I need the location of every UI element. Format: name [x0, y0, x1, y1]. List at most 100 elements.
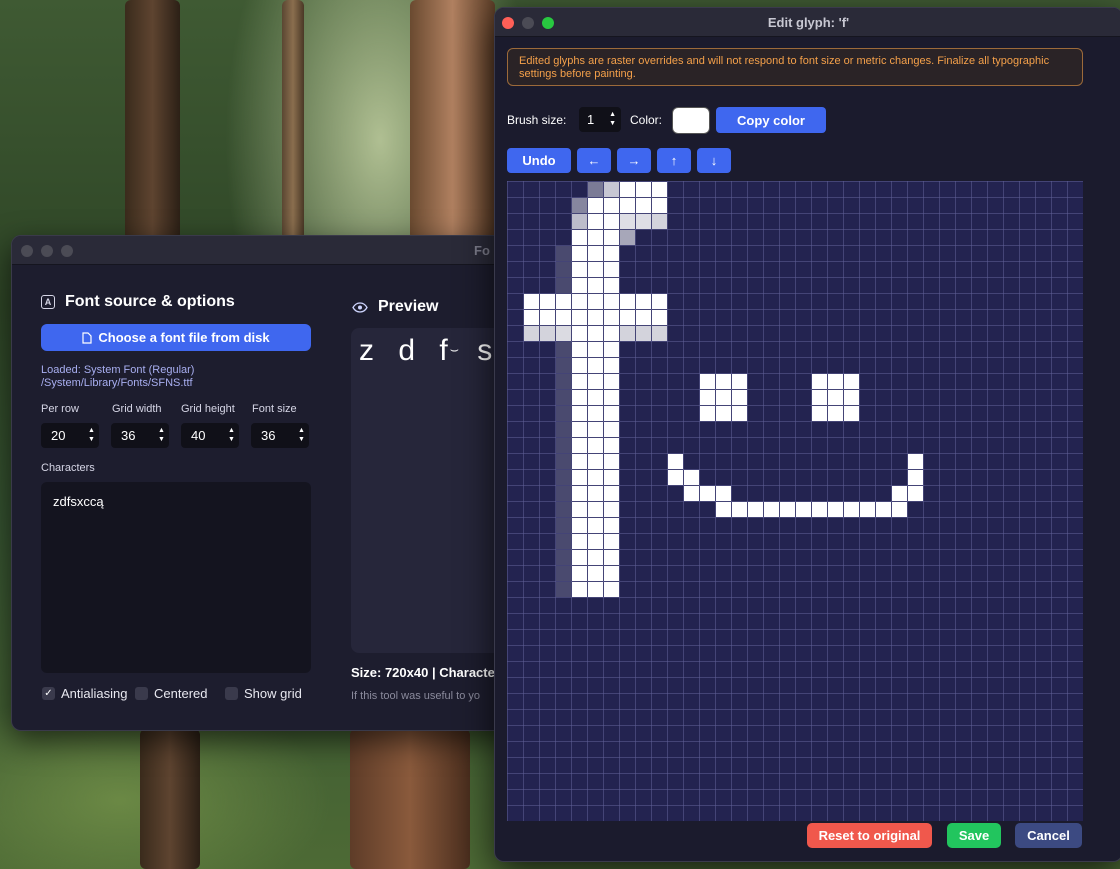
painted-pixel[interactable]: [604, 230, 619, 245]
painted-pixel[interactable]: [652, 294, 667, 309]
painted-pixel[interactable]: [812, 374, 827, 389]
painted-pixel[interactable]: [588, 214, 603, 229]
painted-pixel[interactable]: [572, 294, 587, 309]
minimize-button[interactable]: [41, 245, 53, 257]
painted-pixel[interactable]: [636, 326, 651, 341]
painted-pixel[interactable]: [556, 502, 571, 517]
painted-pixel[interactable]: [572, 438, 587, 453]
painted-pixel[interactable]: [588, 342, 603, 357]
painted-pixel[interactable]: [588, 182, 603, 197]
painted-pixel[interactable]: [844, 406, 859, 421]
painted-pixel[interactable]: [780, 502, 795, 517]
painted-pixel[interactable]: [604, 390, 619, 405]
painted-pixel[interactable]: [828, 374, 843, 389]
painted-pixel[interactable]: [748, 502, 763, 517]
painted-pixel[interactable]: [588, 454, 603, 469]
painted-pixel[interactable]: [572, 550, 587, 565]
painted-pixel[interactable]: [700, 390, 715, 405]
painted-pixel[interactable]: [604, 486, 619, 501]
shift-up-button[interactable]: ↑: [657, 148, 691, 173]
painted-pixel[interactable]: [620, 294, 635, 309]
glyph-pixel-canvas[interactable]: [507, 181, 1083, 821]
painted-pixel[interactable]: [652, 198, 667, 213]
painted-pixel[interactable]: [700, 406, 715, 421]
painted-pixel[interactable]: [732, 374, 747, 389]
painted-pixel[interactable]: [908, 486, 923, 501]
painted-pixel[interactable]: [588, 406, 603, 421]
brush-size-stepper[interactable]: 1 ▲ ▼: [579, 107, 621, 132]
painted-pixel[interactable]: [620, 326, 635, 341]
painted-pixel[interactable]: [668, 470, 683, 485]
color-swatch[interactable]: [672, 107, 710, 134]
shift-down-button[interactable]: ↓: [697, 148, 731, 173]
painted-pixel[interactable]: [636, 294, 651, 309]
centered-checkbox[interactable]: Centered: [135, 686, 207, 701]
painted-pixel[interactable]: [556, 566, 571, 581]
painted-pixel[interactable]: [588, 582, 603, 597]
painted-pixel[interactable]: [604, 326, 619, 341]
painted-pixel[interactable]: [572, 470, 587, 485]
painted-pixel[interactable]: [572, 422, 587, 437]
painted-pixel[interactable]: [604, 502, 619, 517]
painted-pixel[interactable]: [556, 390, 571, 405]
painted-pixel[interactable]: [588, 390, 603, 405]
painted-pixel[interactable]: [588, 374, 603, 389]
undo-button[interactable]: Undo: [507, 148, 571, 173]
painted-pixel[interactable]: [588, 262, 603, 277]
painted-pixel[interactable]: [604, 550, 619, 565]
painted-pixel[interactable]: [668, 454, 683, 469]
painted-pixel[interactable]: [540, 326, 555, 341]
painted-pixel[interactable]: [588, 438, 603, 453]
painted-pixel[interactable]: [604, 358, 619, 373]
painted-pixel[interactable]: [572, 534, 587, 549]
stepper-arrows-icon[interactable]: ▲ ▼: [158, 426, 165, 444]
painted-pixel[interactable]: [588, 246, 603, 261]
painted-pixel[interactable]: [732, 390, 747, 405]
painted-pixel[interactable]: [572, 230, 587, 245]
zoom-button[interactable]: [61, 245, 73, 257]
painted-pixel[interactable]: [556, 454, 571, 469]
painted-pixel[interactable]: [524, 310, 539, 325]
painted-pixel[interactable]: [716, 390, 731, 405]
painted-pixel[interactable]: [844, 374, 859, 389]
grid-width-stepper[interactable]: 36 ▲ ▼: [111, 423, 169, 448]
painted-pixel[interactable]: [556, 534, 571, 549]
painted-pixel[interactable]: [604, 406, 619, 421]
painted-pixel[interactable]: [556, 358, 571, 373]
painted-pixel[interactable]: [604, 534, 619, 549]
painted-pixel[interactable]: [876, 502, 891, 517]
painted-pixel[interactable]: [572, 246, 587, 261]
painted-pixel[interactable]: [604, 582, 619, 597]
painted-pixel[interactable]: [700, 374, 715, 389]
painted-pixel[interactable]: [556, 550, 571, 565]
painted-pixel[interactable]: [556, 278, 571, 293]
show-grid-checkbox[interactable]: Show grid: [225, 686, 302, 701]
painted-pixel[interactable]: [828, 502, 843, 517]
painted-pixel[interactable]: [556, 518, 571, 533]
painted-pixel[interactable]: [588, 502, 603, 517]
painted-pixel[interactable]: [652, 182, 667, 197]
painted-pixel[interactable]: [572, 582, 587, 597]
painted-pixel[interactable]: [716, 502, 731, 517]
per-row-stepper[interactable]: 20 ▲ ▼: [41, 423, 99, 448]
painted-pixel[interactable]: [524, 326, 539, 341]
painted-pixel[interactable]: [604, 214, 619, 229]
painted-pixel[interactable]: [572, 486, 587, 501]
painted-pixel[interactable]: [620, 198, 635, 213]
painted-pixel[interactable]: [604, 198, 619, 213]
painted-pixel[interactable]: [604, 374, 619, 389]
painted-pixel[interactable]: [604, 182, 619, 197]
painted-pixel[interactable]: [604, 454, 619, 469]
painted-pixel[interactable]: [588, 470, 603, 485]
painted-pixel[interactable]: [604, 518, 619, 533]
painted-pixel[interactable]: [588, 566, 603, 581]
painted-pixel[interactable]: [588, 518, 603, 533]
painted-pixel[interactable]: [604, 342, 619, 357]
painted-pixel[interactable]: [588, 550, 603, 565]
painted-pixel[interactable]: [604, 470, 619, 485]
painted-pixel[interactable]: [636, 310, 651, 325]
painted-pixel[interactable]: [588, 422, 603, 437]
painted-pixel[interactable]: [604, 422, 619, 437]
choose-font-button[interactable]: Choose a font file from disk: [41, 324, 311, 351]
painted-pixel[interactable]: [620, 214, 635, 229]
